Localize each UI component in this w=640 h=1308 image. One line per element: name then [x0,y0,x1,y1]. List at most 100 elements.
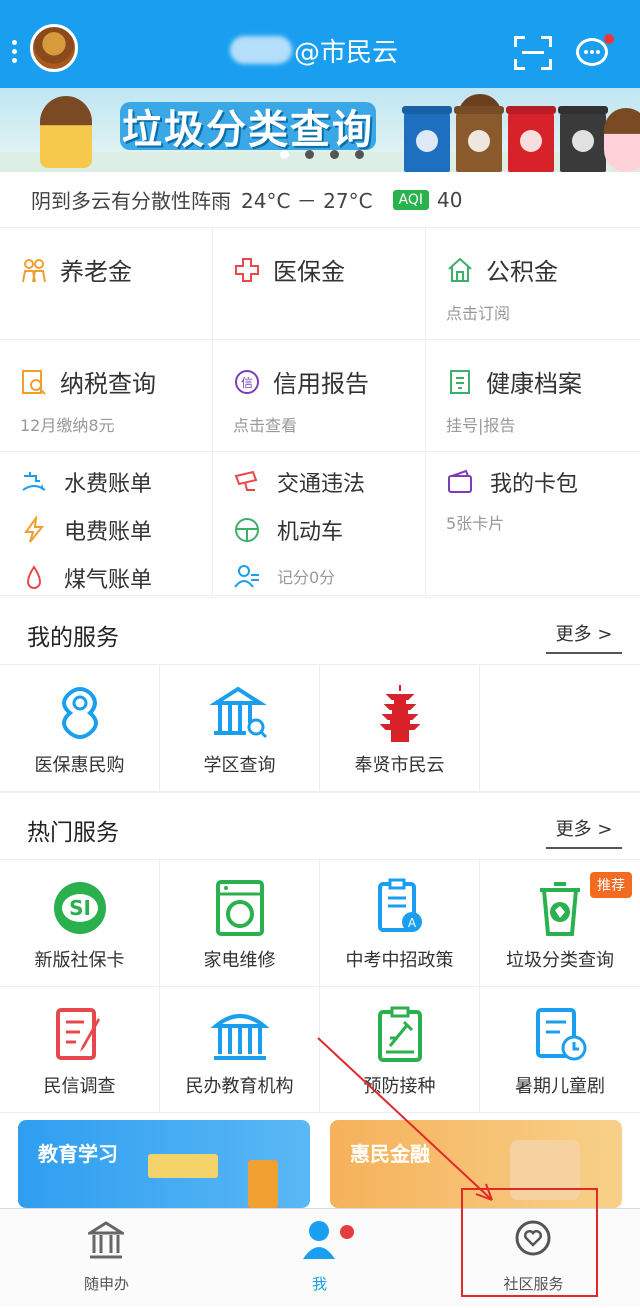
wallet-icon [446,468,474,496]
service-label: 家电维修 [203,950,276,971]
credit-icon: 信 [233,368,261,396]
gas-bill[interactable]: 煤气账单 [20,562,152,594]
health-tile[interactable]: 健康档案 挂号|报告 [426,340,640,452]
gas-label: 煤气账单 [64,568,153,593]
tab-suishenban[interactable]: 随申办 [0,1209,213,1308]
medical-label: 医保金 [273,258,345,286]
credit-tile[interactable]: 信 信用报告 点击查看 [213,340,426,452]
service-item[interactable]: 民信调查 [0,986,160,1112]
traffic-tile: 交通违法 机动车 记分0分 [213,452,426,596]
tab-label: 随申办 [83,1275,129,1293]
service-label: 学区查询 [203,755,276,776]
banner-carousel[interactable]: 垃圾分类查询 [0,88,640,172]
service-item[interactable]: 民办教育机构 [160,986,320,1112]
recycle-bin-icon [530,878,590,938]
vaccine-icon [370,1004,430,1064]
trash-bin-icon [560,112,606,172]
service-label: 中考中招政策 [345,950,454,971]
electric-bill[interactable]: 电费账单 [20,514,152,546]
service-item[interactable]: 预防接种 [320,986,480,1112]
medical-tile[interactable]: 医保金 [213,228,426,340]
institution-icon [209,1004,270,1064]
bills-tile: 水费账单 电费账单 煤气账单 [0,452,213,596]
score-label: 记分0分 [277,568,336,587]
service-item[interactable]: 暑期儿童剧 [480,986,640,1112]
health-record-icon [446,368,474,396]
exam-policy-icon: A [370,878,430,938]
banner-title: 垃圾分类查询 [120,102,376,153]
avatar[interactable] [30,24,78,72]
promo-title: 惠民金融 [350,1142,430,1166]
tax-sub: 12月缴纳8元 [20,416,115,435]
license-score[interactable]: 记分0分 [233,562,335,590]
electric-label: 电费账单 [64,520,153,545]
tab-label: 我 [311,1275,327,1293]
notification-dot [340,1225,354,1239]
wallet-tile[interactable]: 我的卡包 5张卡片 [426,452,640,596]
tax-search-icon [20,368,48,396]
weather-bar[interactable]: 阴到多云有分散性阵雨 24°C － 27°C AQI 40 [0,172,640,228]
pension-tile[interactable]: 养老金 [0,228,213,340]
weather-temp: 24°C － 27°C [241,189,373,213]
health-label: 健康档案 [486,370,582,398]
service-label: 暑期儿童剧 [515,1076,605,1097]
service-item[interactable]: A 中考中招政策 [320,860,480,986]
books-illustration [148,1154,218,1178]
survey-edit-icon [50,1004,110,1064]
more-link[interactable]: 更多 > [546,620,622,654]
vehicle[interactable]: 机动车 [233,514,343,546]
wallet-label: 我的卡包 [490,472,579,497]
promo-education[interactable]: 教育学习 [18,1120,310,1208]
water-bill[interactable]: 水费账单 [20,466,152,498]
promo-title: 教育学习 [38,1142,118,1166]
fund-tile[interactable]: 公积金 点击订阅 [426,228,640,340]
medical-cross-icon [233,256,261,284]
trash-bin-icon [508,112,554,172]
service-label: 预防接种 [363,1076,436,1097]
carousel-dots[interactable] [280,150,364,159]
service-item[interactable]: 奉贤市民云 [320,665,480,791]
service-item[interactable]: SI 新版社保卡 [0,860,160,986]
header-title-text: @市民云 [294,37,399,68]
section-title: 我的服务 [27,625,119,651]
lightning-icon [20,516,48,544]
flame-icon [20,564,48,592]
redacted-name [230,36,292,64]
weather-desc: 阴到多云有分散性阵雨 [31,189,231,213]
fund-sub: 点击订阅 [446,304,511,323]
traffic-violation[interactable]: 交通违法 [233,466,365,498]
tax-tile[interactable]: 纳税查询 12月缴纳8元 [0,340,213,452]
person-icon [301,1219,337,1259]
notification-dot [604,34,614,44]
camera-icon [233,468,261,496]
traffic-label: 交通违法 [277,472,366,497]
government-building-icon [84,1221,128,1259]
empty-slot [480,665,640,791]
service-item[interactable]: 医保惠民购 [0,665,160,791]
service-item[interactable]: 家电维修 [160,860,320,986]
quick-grid-row: 养老金 医保金 公积金 点击订阅 [0,228,640,340]
service-label: 医保惠民购 [34,755,125,776]
header-title: @市民云 [230,34,399,68]
credit-sub: 点击查看 [233,416,298,435]
water-tap-icon [20,468,48,496]
washing-machine-icon [210,878,270,938]
service-item[interactable]: 学区查询 [160,665,320,791]
my-services-header: 我的服务 更多 > [0,597,640,665]
pension-label: 养老金 [60,258,132,286]
message-icon[interactable] [576,38,608,66]
service-item[interactable]: 推荐 垃圾分类查询 [480,860,640,986]
hot-services-row: 民信调查 民办教育机构 预防接种 暑期儿童剧 [0,986,640,1113]
recommend-badge: 推荐 [590,872,632,898]
tab-me[interactable]: 我 [213,1209,426,1308]
trash-bin-icon [456,112,502,172]
section-title: 热门服务 [27,820,119,846]
menu-icon[interactable] [12,40,18,67]
svg-text:信: 信 [241,376,253,390]
person-icon [233,562,261,590]
people-icon [20,256,48,284]
scan-icon[interactable] [514,36,552,70]
more-link[interactable]: 更多 > [546,815,622,849]
banner-illustration [604,108,640,172]
fund-label: 公积金 [486,258,558,286]
